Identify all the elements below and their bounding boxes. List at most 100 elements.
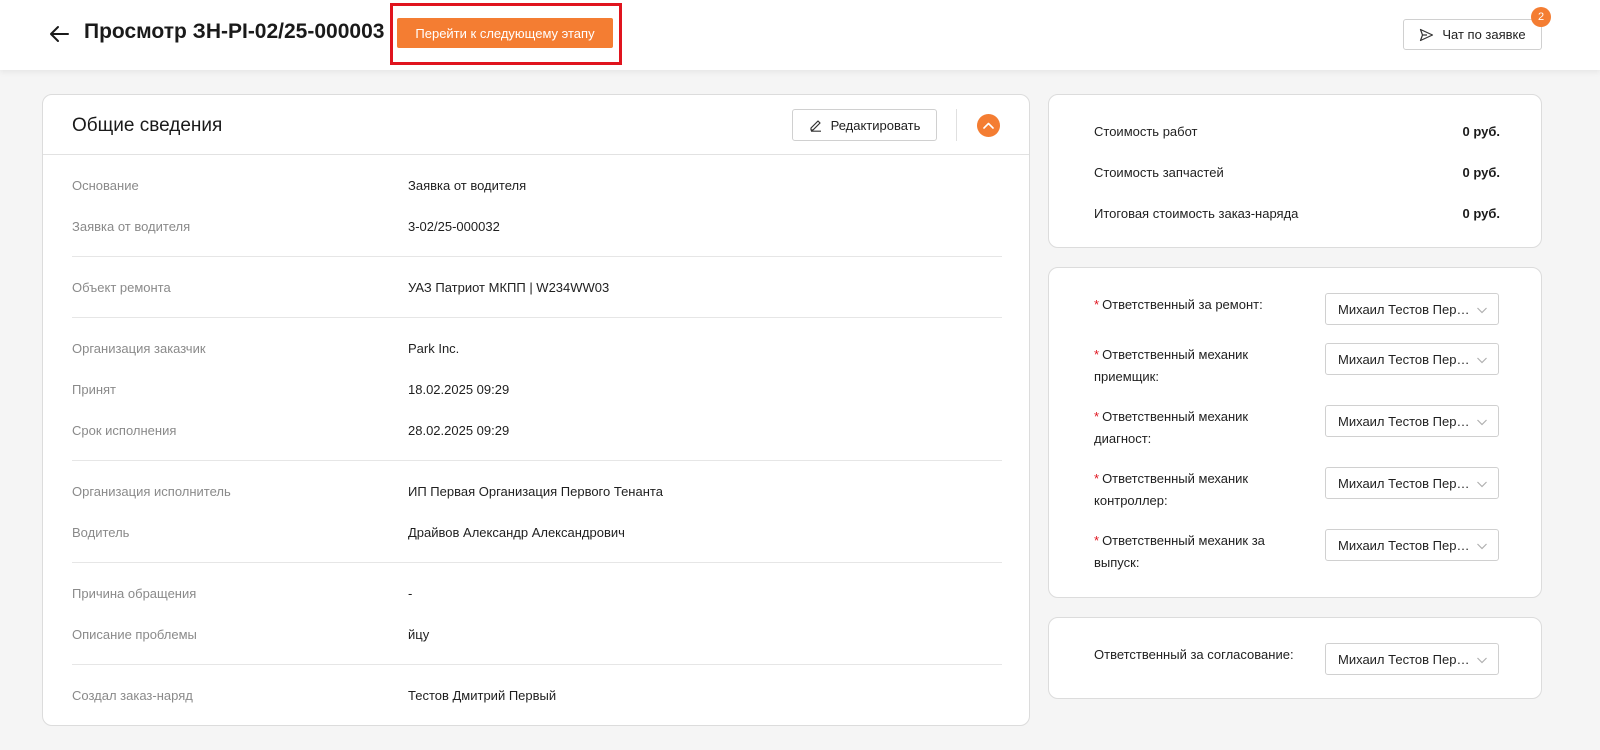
info-value: йцу [408,627,430,642]
chevron-down-icon [1477,357,1487,364]
resp-select-receiver[interactable]: Михаил Тестов Первый [1325,343,1499,375]
info-label: Описание проблемы [72,627,197,642]
select-value: Михаил Тестов Первый [1338,476,1470,491]
info-label: Организация исполнитель [72,484,231,499]
select-value: Михаил Тестов Первый [1338,414,1470,429]
chevron-down-icon [1477,307,1487,314]
next-stage-button[interactable]: Перейти к следующему этапу [397,18,613,48]
info-label: Водитель [72,525,130,540]
collapse-button[interactable] [977,114,1000,137]
approval-card: Ответственный за согласование: Михаил Те… [1048,617,1542,699]
info-row-created-by: Создал заказ-наряд Тестов Дмитрий Первый [72,688,1002,708]
resp-label-text: Ответственный механик за выпуск: [1094,533,1265,570]
pencil-icon [809,120,821,132]
resp-label: * Ответственный за ремонт: [1094,294,1294,316]
resp-select-controller[interactable]: Михаил Тестов Первый [1325,467,1499,499]
chat-button[interactable]: Чат по заявке [1403,19,1542,50]
info-value: 28.02.2025 09:29 [408,423,510,438]
resp-row-repair: * Ответственный за ремонт: Михаил Тестов … [1094,293,1504,329]
edit-button-label: Редактировать [830,117,921,133]
info-value: 18.02.2025 09:29 [408,382,510,397]
info-row-repair-object: Объект ремонта УАЗ Патриот МКПП | W234WW… [72,280,1002,300]
resp-label: * Ответственный механик диагност: [1094,406,1294,450]
resp-select-release[interactable]: Михаил Тестов Первый [1325,529,1499,561]
info-row-customer-org: Организация заказчик Park Inc. [72,341,1002,361]
resp-row-approval: Ответственный за согласование: Михаил Те… [1094,643,1504,679]
general-info-header: Общие сведения Редактировать [43,95,1029,155]
select-value: Михаил Тестов Первый [1338,652,1470,667]
info-value: Заявка от водителя [408,178,527,193]
info-value: УАЗ Патриот МКПП | W234WW03 [408,280,610,295]
resp-label: * Ответственный механик контроллер: [1094,468,1294,512]
select-value: Михаил Тестов Первый [1338,352,1470,367]
info-row-driver: Водитель Драйвов Александр Александрович [72,525,1002,545]
required-mark: * [1094,471,1100,486]
resp-label-text: Ответственный механик контроллер: [1094,471,1249,508]
edit-button[interactable]: Редактировать [792,109,937,141]
required-mark: * [1094,297,1100,312]
resp-select-repair[interactable]: Михаил Тестов Первый [1325,293,1499,325]
select-value: Михаил Тестов Первый [1338,302,1470,317]
required-mark: * [1094,347,1100,362]
info-label: Причина обращения [72,586,197,601]
resp-label: Ответственный за согласование: [1094,644,1314,666]
cost-value: 0 руб. [1462,124,1500,139]
divider [72,317,1002,318]
required-mark: * [1094,409,1100,424]
chat-badge: 2 [1531,7,1551,27]
chevron-up-icon [983,122,994,129]
select-value: Михаил Тестов Первый [1338,538,1470,553]
info-row-problem: Описание проблемы йцу [72,627,1002,647]
resp-row-diagnost: * Ответственный механик диагност: Михаил … [1094,405,1504,446]
chevron-down-icon [1477,481,1487,488]
required-mark: * [1094,533,1100,548]
info-row-deadline: Срок исполнения 28.02.2025 09:29 [72,423,1002,443]
divider [72,460,1002,461]
header-separator [956,109,957,141]
info-row-reason: Причина обращения - [72,586,1002,606]
resp-label-text: Ответственный механик приемщик: [1094,347,1249,384]
info-label: Организация заказчик [72,341,206,356]
top-header: Просмотр ЗН-PI-02/25-000003 Перейти к сл… [0,0,1600,70]
resp-label-text: Ответственный механик диагност: [1094,409,1249,446]
divider [72,664,1002,665]
resp-select-approval[interactable]: Михаил Тестов Первый [1325,643,1499,675]
resp-label-text: Ответственный за ремонт: [1102,297,1263,312]
responsibles-card: * Ответственный за ремонт: Михаил Тестов … [1048,267,1542,598]
resp-row-release: * Ответственный механик за выпуск: Михаил… [1094,529,1504,570]
general-info-title: Общие сведения [72,115,223,136]
chevron-down-icon [1477,543,1487,550]
divider [72,256,1002,257]
chat-button-label: Чат по заявке [1442,27,1526,42]
info-label: Основание [72,178,139,193]
page-title: Просмотр ЗН-PI-02/25-000003 [84,20,385,43]
info-value: Тестов Дмитрий Первый [408,688,557,703]
resp-select-diagnost[interactable]: Михаил Тестов Первый [1325,405,1499,437]
cost-label: Итоговая стоимость заказ-наряда [1094,206,1299,221]
info-value: Park Inc. [408,341,460,356]
info-value: 3-02/25-000032 [408,219,500,234]
arrow-left-icon [50,26,69,42]
info-row-driver-request: Заявка от водителя 3-02/25-000032 [72,219,1002,239]
info-label: Создал заказ-наряд [72,688,193,703]
info-label: Объект ремонта [72,280,171,295]
resp-label: * Ответственный механик приемщик: [1094,344,1294,388]
general-info-card: Общие сведения Редактировать Основание З… [42,94,1030,726]
back-button[interactable] [46,21,72,47]
info-row-executor-org: Организация исполнитель ИП Первая Органи… [72,484,1002,504]
info-label: Срок исполнения [72,423,177,438]
info-row-accepted: Принят 18.02.2025 09:29 [72,382,1002,402]
cost-label: Стоимость работ [1094,124,1198,139]
info-value: Драйвов Александр Александрович [408,525,625,540]
cost-label: Стоимость запчастей [1094,165,1224,180]
chevron-down-icon [1477,657,1487,664]
chevron-down-icon [1477,419,1487,426]
divider [72,562,1002,563]
costs-card: Стоимость работ 0 руб. Стоимость запчаст… [1048,94,1542,248]
info-row-basis: Основание Заявка от водителя [72,178,1002,198]
resp-label-text: Ответственный за согласование: [1094,647,1294,662]
info-label: Заявка от водителя [72,219,191,234]
resp-row-receiver: * Ответственный механик приемщик: Михаил … [1094,343,1504,384]
resp-label: * Ответственный механик за выпуск: [1094,530,1294,574]
info-label: Принят [72,382,117,397]
